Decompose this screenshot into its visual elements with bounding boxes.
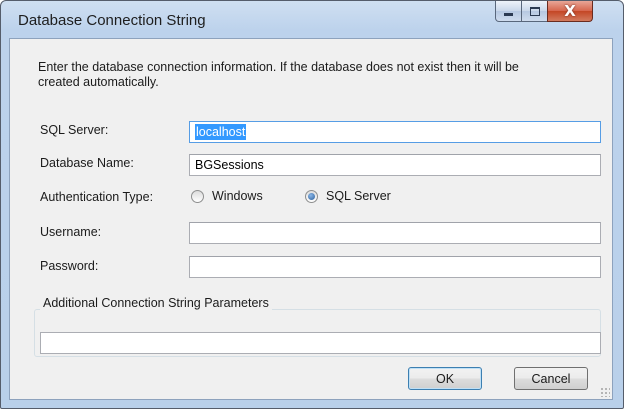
radio-windows-icon bbox=[191, 189, 204, 203]
dialog-window: Database Connection String X Enter the d… bbox=[0, 0, 624, 409]
username-input[interactable] bbox=[189, 222, 601, 244]
sql-server-label: SQL Server: bbox=[40, 123, 109, 137]
maximize-icon bbox=[529, 6, 540, 16]
username-label: Username: bbox=[40, 225, 102, 239]
sql-server-input[interactable]: localhost bbox=[189, 121, 601, 143]
title-bar[interactable]: Database Connection String X bbox=[1, 1, 623, 37]
cancel-button[interactable]: Cancel bbox=[514, 367, 588, 390]
radio-sql-server-icon bbox=[305, 189, 318, 203]
sql-server-value: localhost bbox=[195, 124, 247, 140]
database-name-input[interactable]: BGSessions bbox=[189, 154, 601, 176]
resize-grip-icon[interactable] bbox=[600, 387, 610, 397]
database-name-value: BGSessions bbox=[195, 158, 264, 172]
window-title: Database Connection String bbox=[18, 12, 206, 29]
radio-sql-server[interactable]: SQL Server bbox=[305, 189, 391, 203]
intro-text: Enter the database connection informatio… bbox=[38, 60, 519, 89]
minimize-icon bbox=[504, 12, 513, 16]
database-name-label: Database Name: bbox=[40, 156, 134, 170]
additional-parameters-input[interactable] bbox=[40, 332, 601, 354]
password-input[interactable] bbox=[189, 256, 601, 278]
ok-button[interactable]: OK bbox=[408, 367, 482, 390]
close-button[interactable]: X bbox=[547, 1, 593, 22]
radio-windows[interactable]: Windows bbox=[191, 189, 263, 203]
maximize-button[interactable] bbox=[521, 1, 548, 22]
radio-sql-server-label: SQL Server bbox=[326, 189, 391, 203]
authentication-type-label: Authentication Type: bbox=[40, 190, 154, 204]
additional-parameters-label: Additional Connection String Parameters bbox=[40, 296, 272, 310]
close-icon: X bbox=[564, 1, 576, 20]
password-label: Password: bbox=[40, 259, 99, 273]
radio-windows-label: Windows bbox=[212, 189, 263, 203]
dialog-body: Enter the database connection informatio… bbox=[9, 38, 613, 400]
minimize-button[interactable] bbox=[495, 1, 522, 22]
